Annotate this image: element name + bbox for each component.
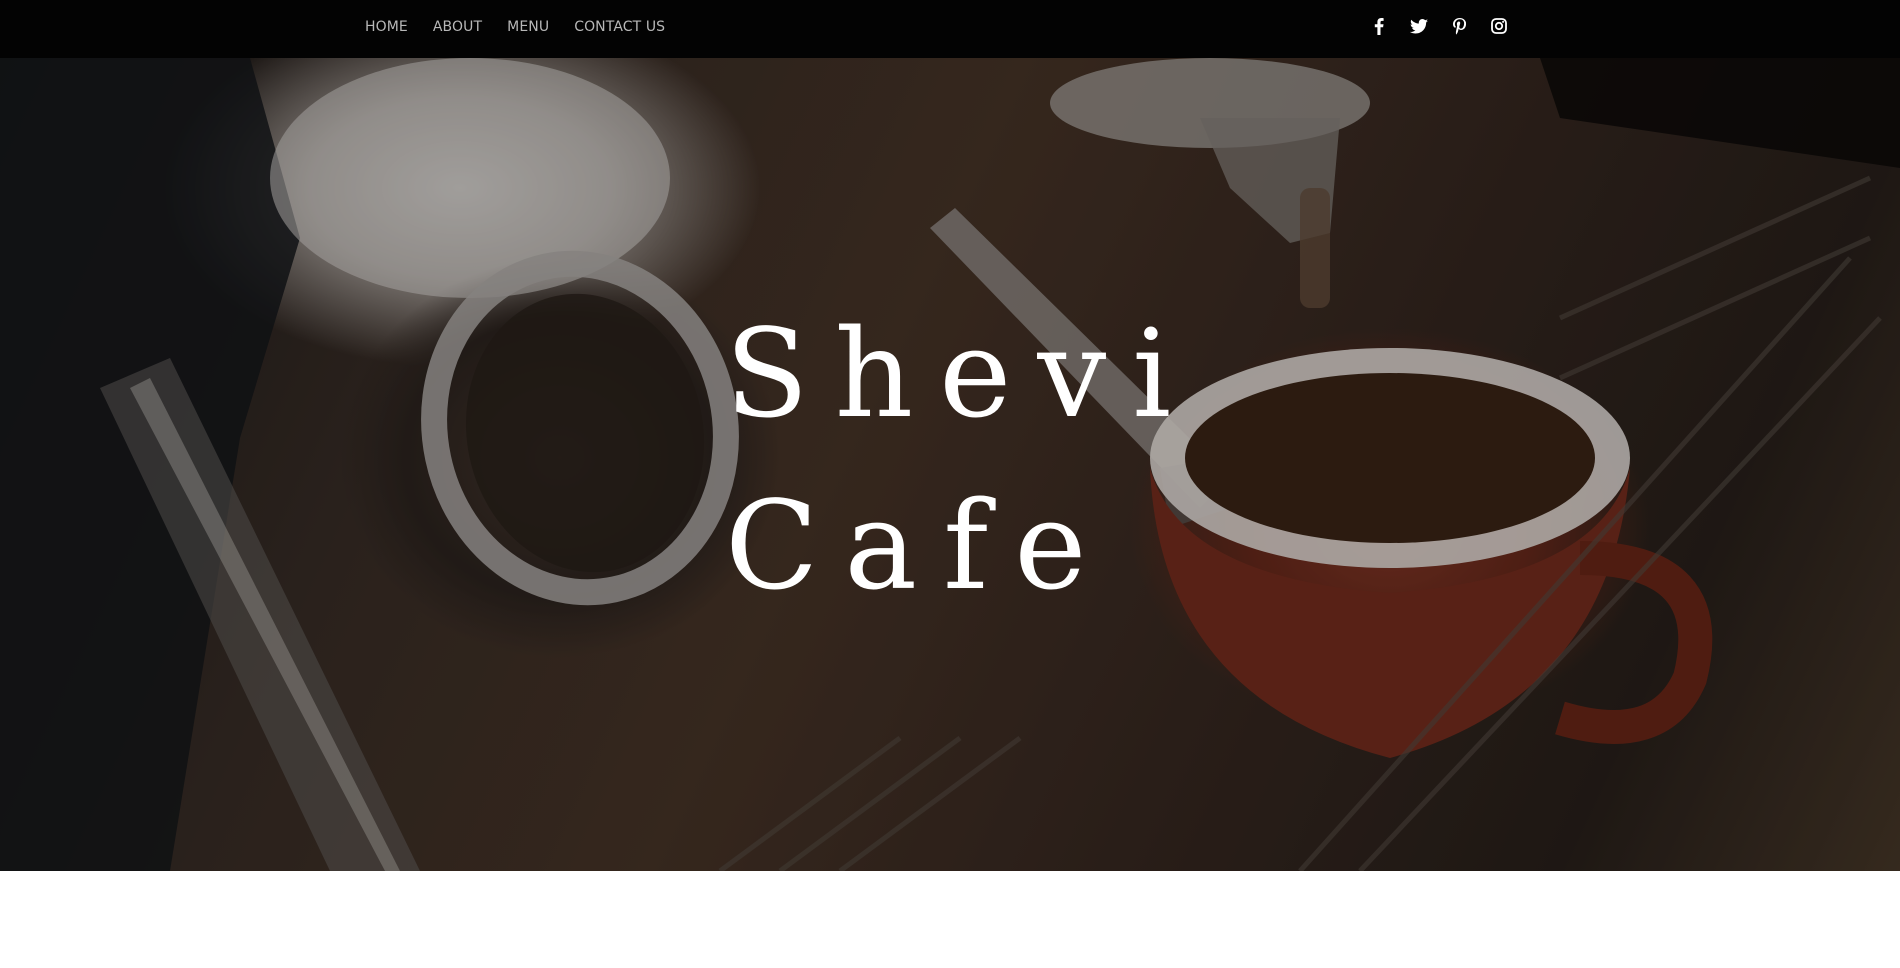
- top-navigation-bar: HOME ABOUT MENU CONTACT US: [0, 0, 1900, 58]
- instagram-icon[interactable]: [1490, 17, 1508, 35]
- hero-title-line2: Cafe: [725, 475, 1113, 617]
- nav-menu-link[interactable]: MENU: [507, 19, 549, 35]
- hero-title: Shevi Cafe: [725, 288, 1197, 632]
- pinterest-icon[interactable]: [1450, 17, 1468, 35]
- twitter-icon[interactable]: [1410, 17, 1428, 35]
- nav-contact-link[interactable]: CONTACT US: [574, 19, 665, 35]
- facebook-icon[interactable]: [1370, 17, 1388, 35]
- nav-about-link[interactable]: ABOUT: [433, 19, 482, 35]
- social-links: [1370, 17, 1508, 35]
- main-nav: HOME ABOUT MENU CONTACT US: [365, 19, 665, 35]
- nav-home-link[interactable]: HOME: [365, 19, 408, 35]
- hero-title-line1: Shevi: [725, 303, 1198, 445]
- hero-banner: Shevi Cafe: [0, 58, 1900, 871]
